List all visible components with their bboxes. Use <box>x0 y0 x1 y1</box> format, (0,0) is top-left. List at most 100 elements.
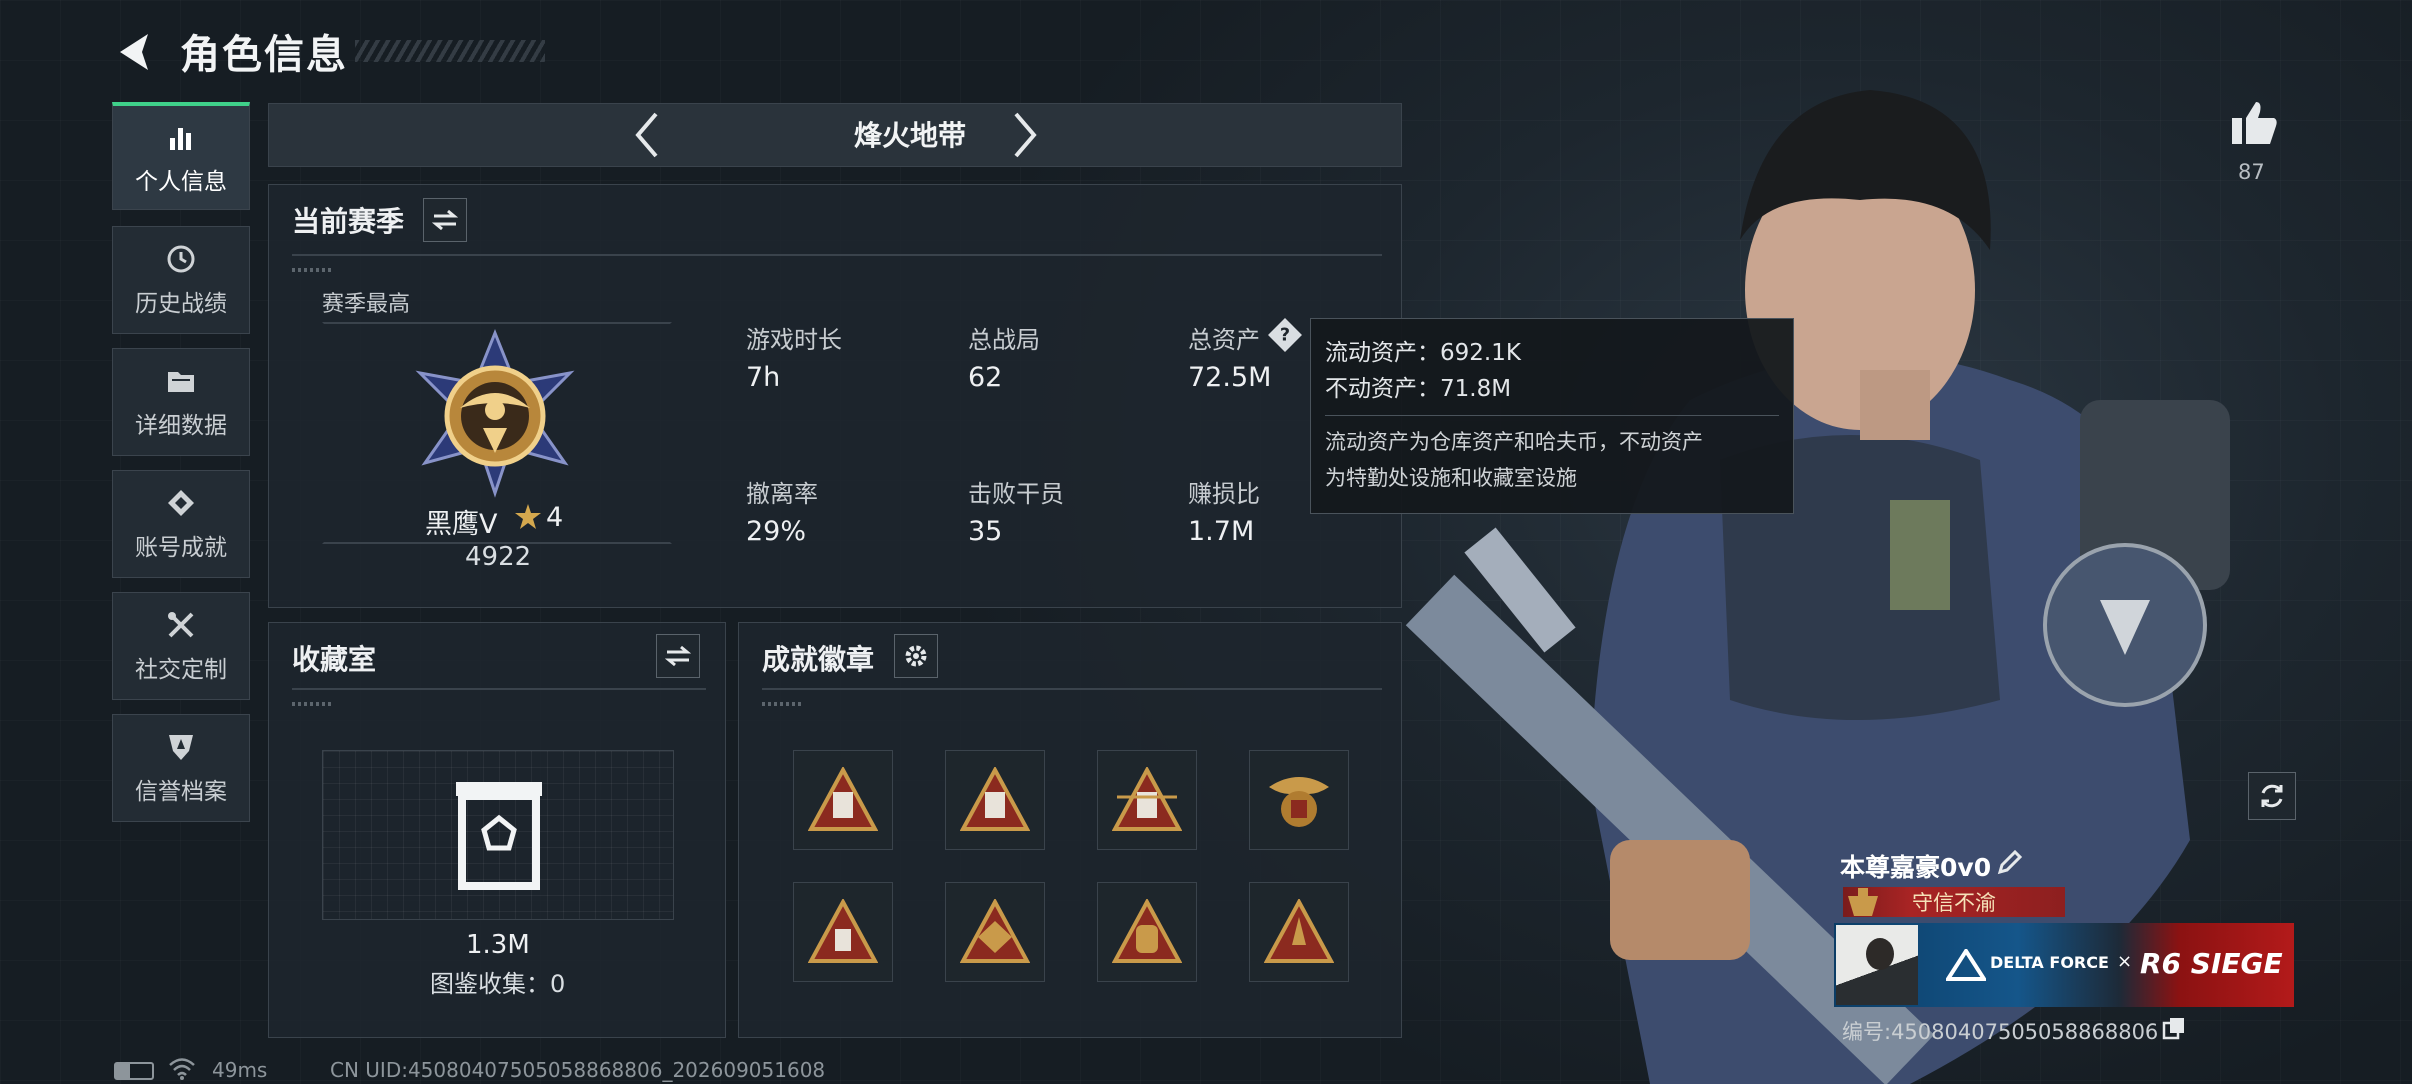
gear-icon <box>905 645 927 667</box>
banner-delta-force: DELTA FORCE <box>1990 953 2109 972</box>
rotate-button[interactable] <box>2248 772 2296 820</box>
sidebar-item-social[interactable]: 社交定制 <box>112 592 250 700</box>
back-button[interactable] <box>112 28 160 76</box>
star-icon <box>514 502 542 532</box>
stat-value-extract-rate: 29% <box>746 516 807 547</box>
tooltip-description-line2: 为特勤处设施和收藏室设施 <box>1325 466 1577 490</box>
achievement-badge[interactable] <box>1097 750 1197 850</box>
season-switch-button[interactable] <box>423 198 467 242</box>
shield-icon <box>164 730 198 764</box>
rank-emblem-icon <box>405 328 585 498</box>
thumbs-up-icon <box>2232 102 2277 144</box>
sidebar-item-label: 账号成就 <box>135 535 227 561</box>
badge-59-icon <box>1112 767 1182 831</box>
achievement-badge[interactable] <box>1097 882 1197 982</box>
delta-force-logo-icon <box>1944 947 1988 981</box>
ping: 49ms <box>212 1058 268 1082</box>
stat-label-kills: 击败干员 <box>968 480 1064 508</box>
achievement-badge[interactable] <box>945 750 1045 850</box>
stat-value-profit-ratio: 1.7M <box>1188 516 1255 547</box>
avatar-face <box>1866 938 1894 970</box>
achievement-badge[interactable] <box>1249 750 1349 850</box>
like-button[interactable] <box>2228 98 2280 148</box>
rank-name: 黑鹰V <box>425 509 498 540</box>
swap-icon <box>432 209 458 231</box>
honor-emblem-icon <box>1846 886 1880 918</box>
sidebar-item-history[interactable]: 历史战绩 <box>112 226 250 334</box>
asset-tooltip: 流动资产：692.1K 不动资产：71.8M 流动资产为仓库资产和哈夫币，不动资… <box>1310 318 1794 514</box>
next-mode-button[interactable] <box>1004 110 1044 160</box>
divider-dots <box>292 702 332 706</box>
rank-stars: 4 <box>546 502 564 533</box>
achievement-badge[interactable] <box>793 750 893 850</box>
pencil-icon <box>1997 849 2023 875</box>
tooltip-liquid-assets: 流动资产：692.1K <box>1325 340 1521 366</box>
refresh-icon <box>2261 784 2283 808</box>
sidebar-item-credit[interactable]: 信誉档案 <box>112 714 250 822</box>
sidebar-item-label: 历史战绩 <box>135 291 227 317</box>
stat-label-assets: 总资产 <box>1188 326 1260 354</box>
copy-button[interactable] <box>2162 1016 2186 1040</box>
season-title: 当前赛季 <box>292 205 405 238</box>
season-best-label: 赛季最高 <box>322 292 411 317</box>
rank-score: 4922 <box>465 542 532 572</box>
divider-dots <box>762 702 802 706</box>
badge-eagle-icon <box>1269 777 1329 827</box>
prev-mode-button[interactable] <box>628 110 668 160</box>
collection-title: 收藏室 <box>292 643 377 676</box>
badge-58-icon <box>960 767 1030 831</box>
history-clock-icon <box>164 242 198 276</box>
stat-label-matches: 总战局 <box>968 326 1040 354</box>
stat-value-playtime: 7h <box>746 362 781 393</box>
chevron-left-icon <box>635 112 658 158</box>
stat-value-kills: 35 <box>968 516 1003 547</box>
divider <box>292 688 706 690</box>
divider-dots <box>292 268 332 272</box>
player-name: 本尊嘉豪0v0 <box>1840 853 1992 882</box>
stat-label-profit-ratio: 赚损比 <box>1188 480 1260 508</box>
bar-chart-icon <box>164 120 198 154</box>
collection-catalog: 图鉴收集：0 <box>430 970 566 998</box>
sidebar-item-label: 社交定制 <box>135 657 227 683</box>
chevron-right-icon <box>1014 112 1037 158</box>
player-uid: 编号:450804075050588688​06 <box>1842 1020 2159 1044</box>
banner-cross: × <box>2117 951 2133 972</box>
tooltip-fixed-assets: 不动资产：71.8M <box>1325 376 1512 402</box>
stat-label-playtime: 游戏时长 <box>746 326 842 354</box>
sidebar-item-label: 详细数据 <box>135 413 227 439</box>
wifi-icon <box>168 1056 196 1080</box>
collection-room-icon <box>452 778 546 890</box>
divider <box>762 688 1382 690</box>
collection-value: 1.3M <box>466 930 530 960</box>
sidebar-item-personal-info[interactable]: 个人信息 <box>112 102 250 210</box>
copy-icon <box>2162 1018 2184 1040</box>
stat-value-assets: 72.5M <box>1188 362 1272 393</box>
sidebar-item-label: 信誉档案 <box>135 779 227 805</box>
achievement-badge[interactable] <box>945 882 1045 982</box>
divider <box>292 254 1382 256</box>
tools-icon <box>164 608 198 642</box>
achievement-badge[interactable] <box>793 882 893 982</box>
badge-vault-icon <box>960 899 1030 963</box>
like-count: 87 <box>2238 160 2265 184</box>
stat-label-extract-rate: 撤离率 <box>746 480 818 508</box>
folder-icon <box>164 364 198 398</box>
collection-switch-button[interactable] <box>656 634 700 678</box>
banner-r6-siege: R6 SIEGE <box>2140 947 2283 980</box>
cn-uid: CN UID:45080407505058868806_202609051608 <box>330 1058 826 1082</box>
swap-icon <box>665 645 691 667</box>
achievement-icon <box>164 486 198 520</box>
badge-trophy-icon <box>808 899 878 963</box>
badges-title: 成就徽章 <box>762 643 875 676</box>
sidebar-item-achievements[interactable]: 账号成就 <box>112 470 250 578</box>
tooltip-description-line1: 流动资产为仓库资产和哈夫币，不动资产 <box>1325 430 1703 454</box>
badge-rocket-icon <box>1264 899 1334 963</box>
title-decoration <box>355 40 545 62</box>
badges-settings-button[interactable] <box>894 634 938 678</box>
battery-icon <box>114 1062 154 1080</box>
edit-name-button[interactable] <box>1996 848 2024 876</box>
sidebar-item-detail-data[interactable]: 详细数据 <box>112 348 250 456</box>
sidebar-item-label: 个人信息 <box>135 168 227 195</box>
badge-backpack-icon <box>1112 899 1182 963</box>
achievement-badge[interactable] <box>1249 882 1349 982</box>
